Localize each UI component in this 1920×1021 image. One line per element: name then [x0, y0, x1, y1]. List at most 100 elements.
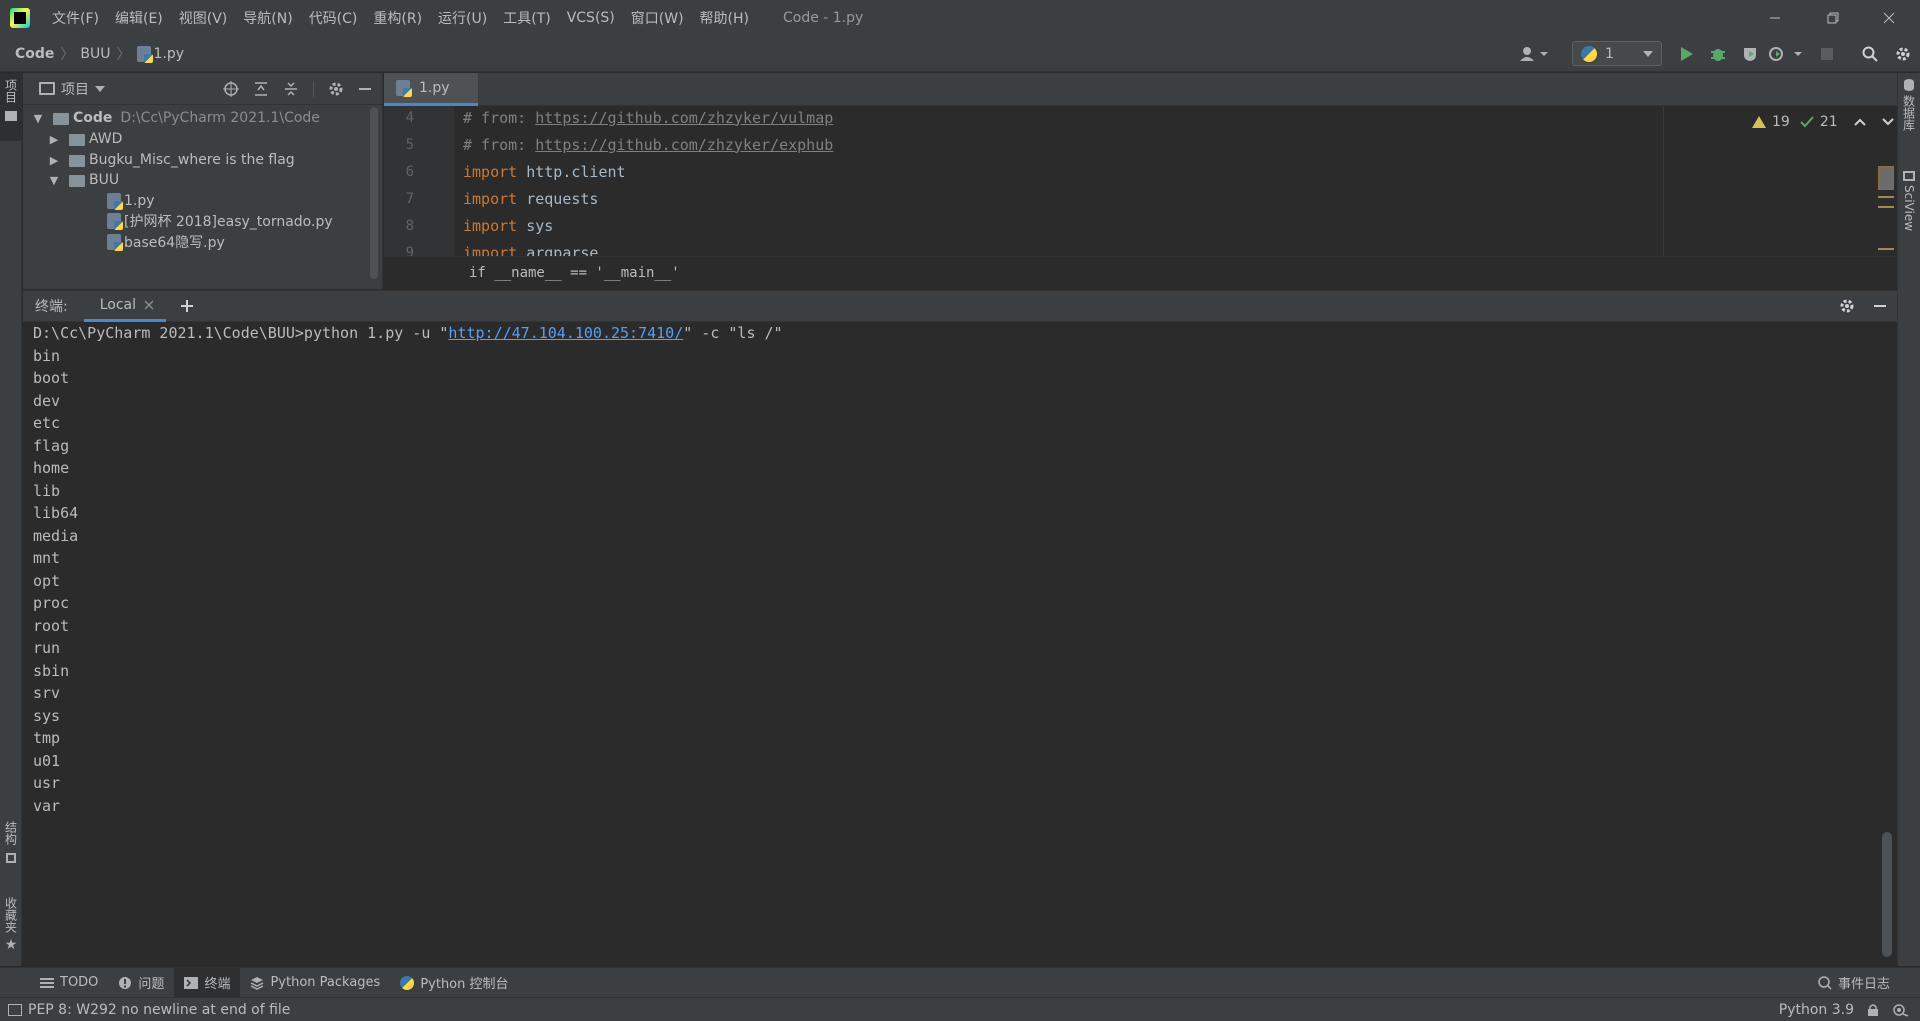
structure-tool-button[interactable]: 结构 — [0, 815, 22, 885]
search-everywhere-button[interactable] — [1859, 43, 1881, 65]
inspection-widget[interactable]: 19 21 — [1752, 114, 1894, 130]
tree-root-code[interactable]: ▼ Code D:\Cc\PyCharm 2021.1\Code — [31, 107, 320, 129]
comment-link[interactable]: https://github.com/zhzyker/exphub — [535, 136, 833, 154]
tree-item-file[interactable]: 1.py — [107, 190, 155, 212]
project-tool-button[interactable]: 项目 — [0, 73, 22, 141]
tree-item-label: 1.py — [124, 193, 155, 209]
terminal-tab-local[interactable]: Local — [83, 291, 167, 322]
terminal-output-line: srv — [33, 684, 61, 702]
menu-tools[interactable]: 工具(T) — [495, 8, 558, 28]
menu-navigate[interactable]: 导航(N) — [235, 8, 300, 28]
lock-icon[interactable] — [1866, 1003, 1882, 1017]
todo-tool-button[interactable]: TODO — [30, 968, 108, 998]
tree-item-awd[interactable]: ▶ AWD — [47, 128, 123, 150]
menu-help[interactable]: 帮助(H) — [692, 8, 757, 28]
menu-window[interactable]: 窗口(W) — [623, 8, 692, 28]
terminal-tool-button[interactable]: 终端 — [174, 967, 241, 998]
tree-item-bugku[interactable]: ▶ Bugku_Misc_where is the flag — [47, 149, 295, 171]
editor-scroll-markers[interactable] — [1876, 156, 1894, 256]
terminal-output-line: sys — [33, 707, 61, 725]
terminal-output[interactable]: D:\Cc\PyCharm 2021.1\Code\BUU>python 1.p… — [23, 322, 1897, 967]
menu-bar: 文件(F) 编辑(E) 视图(V) 导航(N) 代码(C) 重构(R) 运行(U… — [0, 0, 1920, 36]
menu-run[interactable]: 运行(U) — [430, 8, 495, 28]
terminal-output-line: dev — [33, 392, 61, 410]
python-console-tool-button[interactable]: Python 控制台 — [390, 968, 518, 998]
line-number: 5 — [405, 136, 414, 153]
run-configuration-select[interactable]: 1 — [1572, 41, 1662, 66]
line-number: 8 — [405, 217, 414, 234]
chevron-down-icon[interactable] — [95, 85, 105, 92]
chevron-down-icon — [1643, 50, 1653, 57]
favorites-tool-button[interactable]: 收藏夹 ★ — [0, 891, 22, 966]
gear-icon[interactable] — [328, 81, 344, 97]
menu-file[interactable]: 文件(F) — [44, 8, 107, 28]
menu-refactor[interactable]: 重构(R) — [365, 8, 430, 28]
database-tool-label: 数据库 — [1901, 95, 1916, 131]
python-packages-tool-button[interactable]: Python Packages — [240, 968, 390, 998]
breadcrumb-file-label: 1.py — [153, 45, 185, 62]
tree-item-file[interactable]: [护网杯 2018]easy_tornado.py — [107, 210, 333, 232]
tree-item-buu[interactable]: ▼ BUU — [47, 169, 119, 191]
editor-breadcrumb-footer[interactable]: if __name__ == '__main__' — [384, 256, 1897, 289]
left-tool-stripe: 项目 结构 收藏夹 ★ — [0, 73, 22, 966]
list-icon — [40, 977, 54, 988]
code-rest: requests — [517, 189, 599, 208]
account-button[interactable] — [1516, 43, 1552, 65]
menu-edit[interactable]: 编辑(E) — [107, 8, 171, 28]
comment-text: # from: — [463, 108, 536, 127]
bottom-tool-bar: TODO 问题 终端 Python Packages Python 控制台 事件… — [0, 967, 1920, 998]
warning-icon — [1752, 116, 1766, 128]
toggle-tool-windows-icon[interactable] — [8, 1003, 22, 1016]
collapse-all-icon[interactable] — [283, 81, 299, 97]
sciview-tool-button[interactable]: SciView — [1898, 165, 1920, 255]
command-url-link[interactable]: http://47.104.100.25:7410/ — [448, 324, 683, 342]
problems-tool-button[interactable]: 问题 — [108, 968, 174, 998]
folder-icon — [5, 111, 17, 121]
chevron-up-icon[interactable] — [1853, 118, 1866, 126]
menu-vcs[interactable]: VCS(S) — [559, 10, 623, 26]
status-message[interactable]: PEP 8: W292 no newline at end of file — [28, 1002, 290, 1018]
project-panel-title[interactable]: 项目 — [61, 79, 89, 99]
right-margin-guide — [1663, 106, 1664, 256]
menu-view[interactable]: 视图(V) — [171, 8, 236, 28]
editor-tab-label: 1.py — [419, 80, 450, 96]
comment-link[interactable]: https://github.com/zhzyker/vulmap — [535, 109, 833, 127]
menu-code[interactable]: 代码(C) — [301, 8, 366, 28]
run-button[interactable] — [1676, 43, 1698, 65]
close-tab-icon[interactable] — [144, 300, 154, 310]
tree-item-file[interactable]: base64隐写.py — [107, 231, 225, 253]
chevron-down-icon[interactable] — [1881, 118, 1894, 126]
inspector-icon[interactable] — [1892, 1003, 1910, 1017]
terminal-output-line: usr — [33, 774, 61, 792]
line-number: 7 — [405, 190, 414, 207]
new-terminal-icon[interactable] — [180, 299, 194, 313]
minimize-button[interactable] — [1752, 0, 1798, 36]
gear-icon[interactable] — [1839, 298, 1855, 314]
restore-button[interactable] — [1810, 0, 1856, 36]
profile-button[interactable] — [1767, 43, 1805, 65]
project-view-icon — [39, 82, 55, 95]
breadcrumb-project[interactable]: Code — [15, 46, 54, 62]
code-editor[interactable]: 4 # from: https://github.com/zhzyker/vul… — [384, 106, 1897, 289]
hide-panel-icon[interactable] — [358, 81, 372, 97]
coverage-button[interactable] — [1739, 43, 1761, 65]
locate-file-icon[interactable] — [223, 80, 239, 97]
project-scrollbar[interactable] — [370, 107, 378, 279]
event-log-tool-button[interactable]: 事件日志 — [1808, 968, 1900, 998]
breadcrumb-file[interactable]: 1.py — [136, 45, 185, 63]
close-window-button[interactable] — [1866, 0, 1912, 36]
python-interpreter-label[interactable]: Python 3.9 — [1779, 1002, 1854, 1018]
hide-panel-icon[interactable] — [1873, 298, 1887, 314]
debug-button[interactable] — [1707, 43, 1729, 65]
stop-button[interactable] — [1816, 43, 1838, 65]
right-tool-stripe: 数据库 SciView — [1897, 73, 1920, 966]
expand-all-icon[interactable] — [253, 81, 269, 97]
structure-icon — [6, 853, 16, 863]
python-file-icon — [107, 234, 123, 251]
database-tool-button[interactable]: 数据库 — [1898, 73, 1920, 153]
terminal-scrollbar[interactable] — [1882, 832, 1892, 957]
breadcrumb-folder[interactable]: BUU — [80, 46, 110, 62]
editor-tab-1py[interactable]: 1.py — [384, 73, 478, 106]
code-line: 8 import sys — [384, 212, 1664, 239]
settings-button[interactable] — [1892, 43, 1914, 65]
